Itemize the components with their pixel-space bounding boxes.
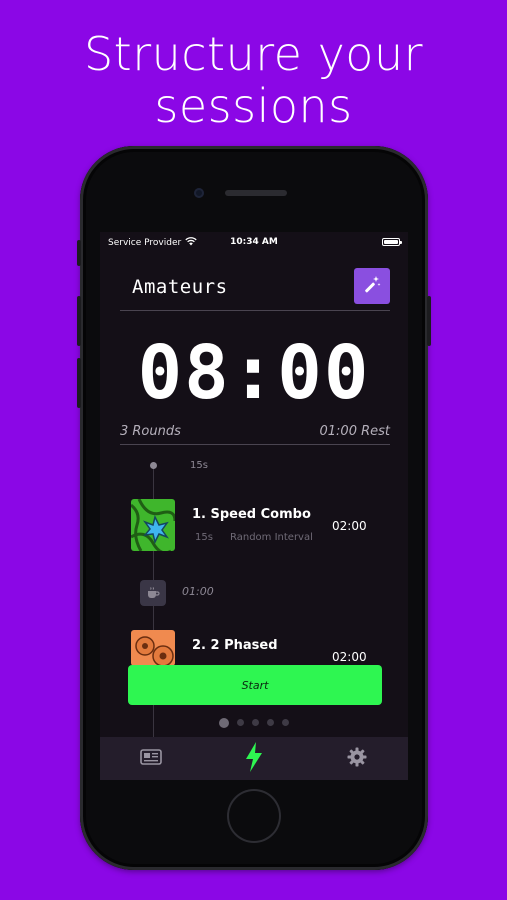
item-2-name: 2. 2 Phased (192, 638, 278, 653)
two-phased-thumbnail (131, 630, 175, 666)
item-2-duration: 02:00 (332, 650, 367, 664)
bolt-icon (244, 741, 264, 777)
meta-divider (120, 444, 390, 445)
prep-duration: 15s (190, 460, 208, 471)
title-row: Amateurs (120, 268, 390, 306)
mute-switch (77, 240, 81, 266)
timeline-start-dot (150, 462, 157, 469)
page-dot[interactable] (237, 719, 244, 726)
tab-settings[interactable] (306, 737, 408, 780)
page-dot[interactable] (252, 719, 259, 726)
rounds-label: 3 Rounds (120, 424, 181, 439)
status-bar: Service Provider 10:34 AM (100, 232, 408, 252)
gear-icon (347, 747, 367, 771)
headline-line-2: sessions (154, 79, 353, 133)
rest-label: 01:00 Rest (319, 424, 391, 439)
magic-wand-button[interactable] (354, 268, 390, 304)
session-timer: 08:00 (137, 330, 371, 416)
power-button (427, 296, 431, 346)
earpiece-speaker (225, 190, 287, 196)
app-screen: Service Provider 10:34 AM Amateurs 08:00… (100, 232, 408, 780)
item-1-name: 1. Speed Combo (192, 507, 311, 522)
tab-workout[interactable] (203, 737, 305, 780)
page-dot[interactable] (219, 718, 229, 728)
page-indicator[interactable] (100, 718, 408, 728)
tab-bar (100, 737, 408, 780)
workout-title: Amateurs (132, 276, 228, 298)
headline: Structure your sessions (0, 28, 507, 132)
front-camera (194, 188, 204, 198)
battery-icon (382, 238, 402, 246)
rest-between-duration: 01:00 (182, 585, 214, 598)
headline-line-1: Structure your (83, 27, 424, 81)
home-button[interactable] (227, 789, 281, 843)
volume-up-button (77, 296, 81, 346)
item-1-interval: 15s (195, 532, 213, 543)
page-dot[interactable] (267, 719, 274, 726)
title-divider (120, 310, 390, 311)
start-button[interactable]: Start (128, 665, 382, 705)
item-1-mode: Random Interval (230, 532, 313, 543)
magic-wand-icon (362, 274, 382, 298)
page-dot[interactable] (282, 719, 289, 726)
volume-down-button (77, 358, 81, 408)
item-1-duration: 02:00 (332, 519, 367, 533)
speed-combo-thumbnail (131, 499, 175, 551)
tab-news[interactable] (100, 737, 202, 780)
status-time: 10:34 AM (230, 237, 278, 247)
news-icon (140, 748, 162, 769)
rest-coffee-icon (140, 580, 166, 606)
